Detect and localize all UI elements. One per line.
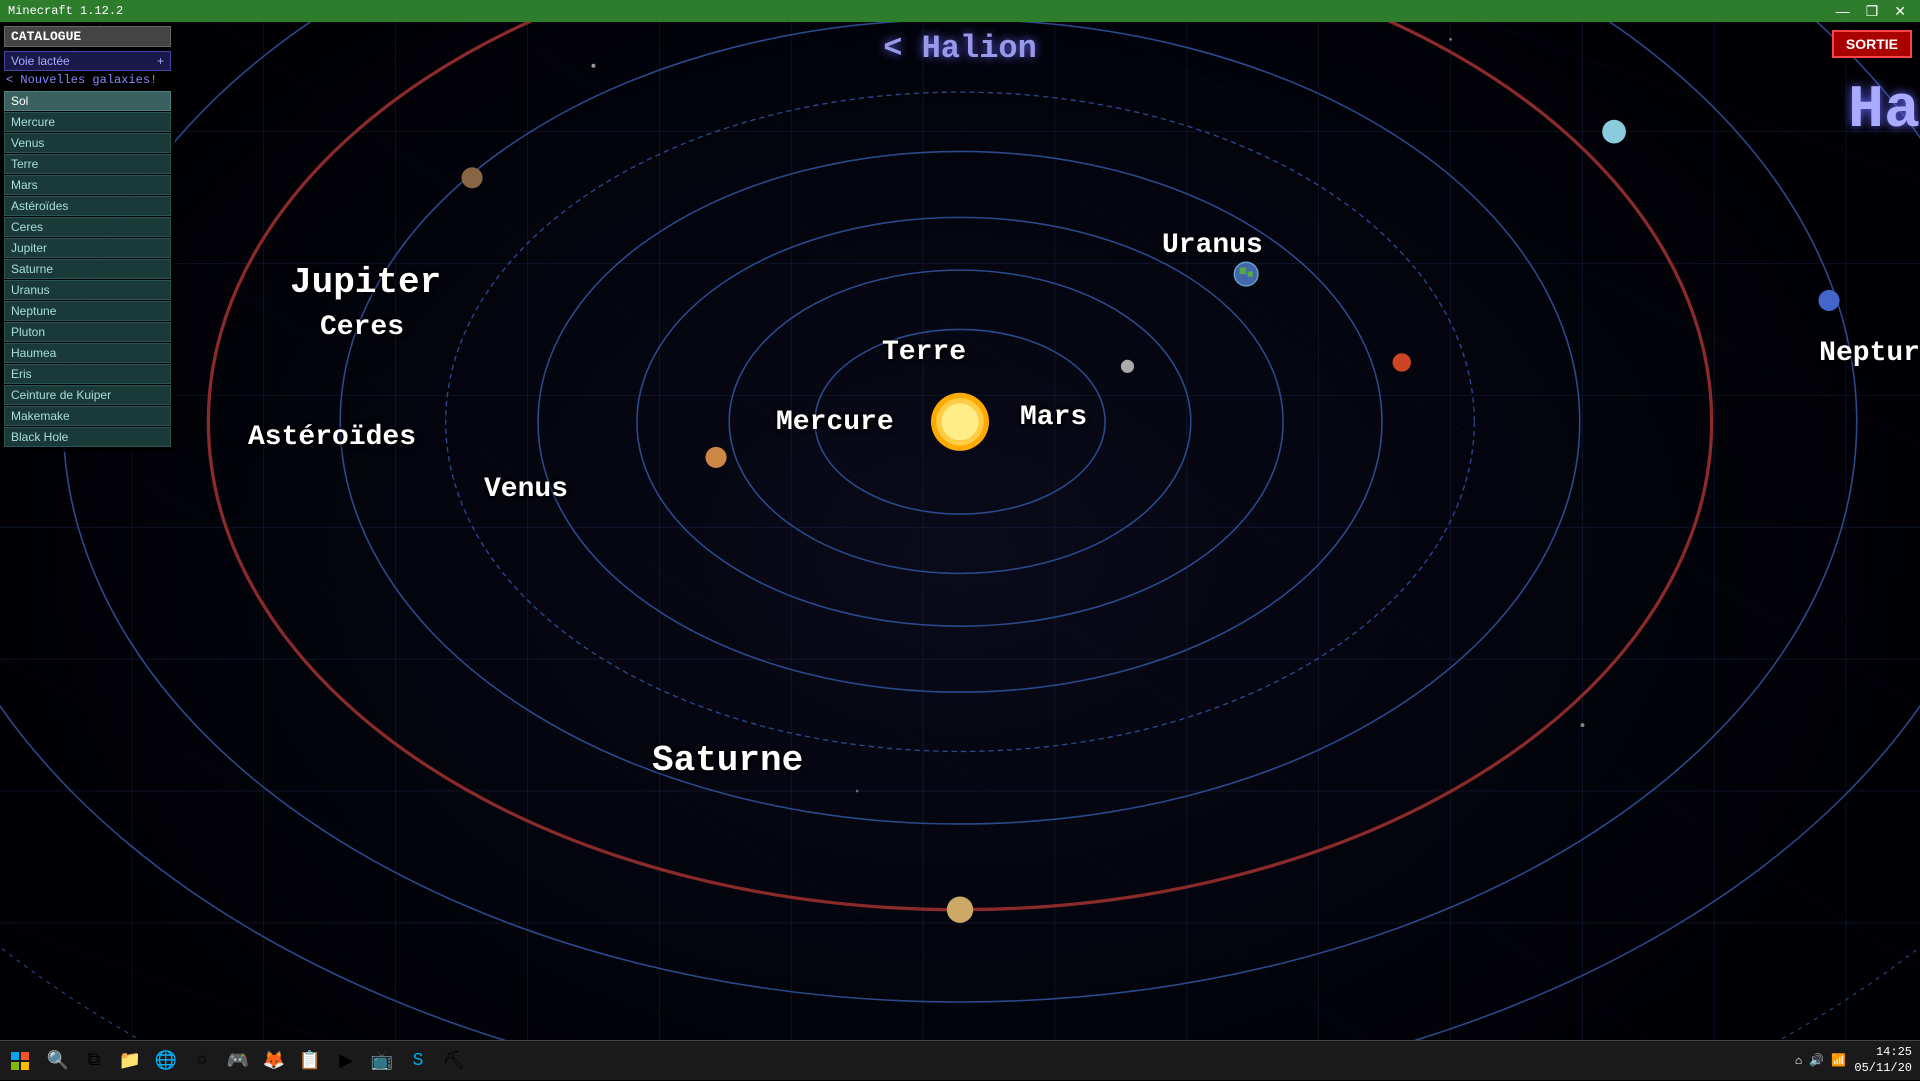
voie-lactee-plus: +	[157, 54, 164, 68]
search-taskbar-button[interactable]: 🔍	[40, 1043, 76, 1079]
maximize-button[interactable]: ❐	[1860, 3, 1885, 20]
sidebar-item-terre[interactable]: Terre	[4, 154, 171, 174]
space-canvas	[0, 22, 1920, 1080]
titlebar-title: Minecraft 1.12.2	[8, 4, 123, 18]
skype-button[interactable]: S	[400, 1043, 436, 1079]
map-label-neptune-partial: Neptur	[1819, 338, 1920, 369]
sidebar-item-asteroides[interactable]: Astéroïdes	[4, 196, 171, 216]
start-button[interactable]	[0, 1041, 40, 1081]
voie-lactee-label: Voie lactée	[11, 54, 70, 68]
edge-button[interactable]: 🌐	[148, 1043, 184, 1079]
task-view-button[interactable]: ⧉	[76, 1043, 112, 1079]
minecraft-button[interactable]: ⛏	[436, 1043, 472, 1079]
sidebar-item-pluton[interactable]: Pluton	[4, 322, 171, 342]
minimize-button[interactable]: —	[1830, 3, 1856, 20]
top-right-controls: SORTIE	[1832, 30, 1912, 58]
sidebar-item-black-hole[interactable]: Black Hole	[4, 427, 171, 447]
nouvelles-galaxies-link[interactable]: < Nouvelles galaxies!	[4, 73, 171, 87]
sidebar-item-mars[interactable]: Mars	[4, 175, 171, 195]
windows-icon	[10, 1051, 30, 1071]
sidebar-item-venus[interactable]: Venus	[4, 133, 171, 153]
close-button[interactable]: ✕	[1888, 3, 1912, 20]
clock: 14:25 05/11/20	[1854, 1045, 1912, 1076]
sidebar-item-makemake[interactable]: Makemake	[4, 406, 171, 426]
partial-ha-text: Ha	[1848, 77, 1920, 145]
taskbar-right: ⌂ 🔊 📶 14:25 05/11/20	[1795, 1045, 1920, 1076]
system-tray: ⌂ 🔊 📶	[1795, 1053, 1847, 1068]
sidebar-item-sol[interactable]: Sol	[4, 91, 171, 111]
sidebar-item-neptune[interactable]: Neptune	[4, 301, 171, 321]
sidebar-item-ceinture-kuiper[interactable]: Ceinture de Kuiper	[4, 385, 171, 405]
voie-lactee-button[interactable]: Voie lactée +	[4, 51, 171, 71]
sidebar-item-haumea[interactable]: Haumea	[4, 343, 171, 363]
sidebar-item-eris[interactable]: Eris	[4, 364, 171, 384]
sidebar-item-mercure[interactable]: Mercure	[4, 112, 171, 132]
taskbar: 🔍 ⧉ 📁 🌐 ○ 🎮 🦊 📋 ▶ 📺 S ⛏ ⌂ 🔊 📶 14:25 05/1…	[0, 1040, 1920, 1080]
sidebar: CATALOGUE Voie lactée + < Nouvelles gala…	[0, 22, 175, 452]
titlebar-controls: — ❐ ✕	[1830, 3, 1912, 20]
file-explorer-button[interactable]: 📁	[112, 1043, 148, 1079]
sidebar-item-jupiter[interactable]: Jupiter	[4, 238, 171, 258]
sidebar-item-ceres[interactable]: Ceres	[4, 217, 171, 237]
cortana-button[interactable]: ○	[184, 1043, 220, 1079]
sidebar-items-list: SolMercureVenusTerreMarsAstéroïdesCeresJ…	[4, 91, 171, 447]
clock-date: 05/11/20	[1854, 1061, 1912, 1077]
game-area: < Halion Ha Jupiter Ceres Astéroïdes Ven…	[0, 22, 1920, 1080]
sidebar-item-saturne[interactable]: Saturne	[4, 259, 171, 279]
app5-button[interactable]: 📺	[364, 1043, 400, 1079]
app2-button[interactable]: 🦊	[256, 1043, 292, 1079]
catalogue-header: CATALOGUE	[4, 26, 171, 47]
sortie-button[interactable]: SORTIE	[1832, 30, 1912, 58]
titlebar: Minecraft 1.12.2 — ❐ ✕	[0, 0, 1920, 22]
app4-button[interactable]: ▶	[328, 1043, 364, 1079]
clock-time: 14:25	[1854, 1045, 1912, 1061]
app3-button[interactable]: 📋	[292, 1043, 328, 1079]
app1-button[interactable]: 🎮	[220, 1043, 256, 1079]
sidebar-item-uranus[interactable]: Uranus	[4, 280, 171, 300]
partial-top-text: < Halion	[883, 30, 1037, 67]
